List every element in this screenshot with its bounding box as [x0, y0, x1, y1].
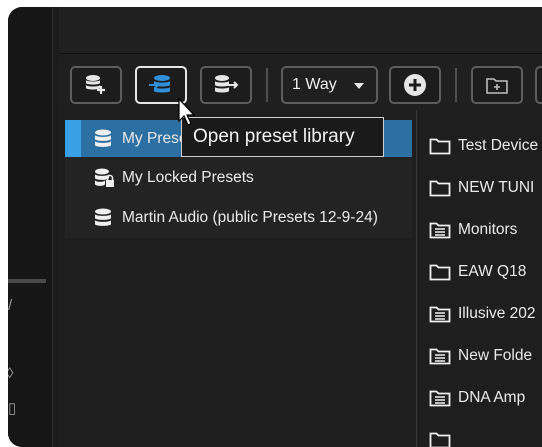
export-preset-button[interactable]: [200, 66, 252, 104]
panel-edge-icon: ◊: [8, 365, 14, 382]
folder-list-icon: [429, 390, 451, 407]
add-button[interactable]: [389, 66, 441, 104]
folder-item[interactable]: Monitors: [429, 209, 517, 251]
folder-item[interactable]: Illusive 202: [429, 293, 536, 335]
toolbar-separator: [266, 68, 268, 102]
folder-label: DNA Amp: [458, 389, 526, 406]
folder-item[interactable]: EAW Q18: [429, 251, 526, 293]
folder-icon: [429, 432, 451, 447]
folder-list-icon: [429, 306, 451, 323]
toolbar-separator-2: [455, 68, 457, 102]
way-select-value: 1 Way: [292, 76, 337, 93]
folder-list-icon: [429, 222, 451, 239]
folder-label: EAW Q18: [458, 263, 527, 280]
scrollbar[interactable]: [8, 279, 46, 283]
folder-label: Monitors: [458, 221, 518, 238]
app-window: / ◊ ▯ 1 Way My Presets My Locked Presets…: [8, 7, 542, 447]
database-add-icon: [86, 75, 105, 94]
tree-item-martin-audio[interactable]: Martin Audio (public Presets 12-9-24): [65, 199, 412, 236]
top-bar: [59, 7, 542, 54]
tree-item-label: Martin Audio (public Presets 12-9-24): [122, 208, 378, 226]
chevron-down-icon: [354, 83, 364, 89]
toolbar-button-extra[interactable]: [535, 66, 542, 104]
database-lock-icon: [95, 168, 114, 187]
new-folder-button[interactable]: [471, 66, 523, 104]
folder-label: Illusive 202: [458, 305, 536, 322]
tree-item-label: My Locked Presets: [122, 168, 254, 186]
folder-icon: [429, 138, 451, 155]
folder-item[interactable]: NEW TUNI: [429, 167, 534, 209]
folder-label: New Folde: [458, 347, 533, 364]
plus-circle-icon: [404, 74, 426, 96]
database-icon: [95, 208, 111, 226]
mouse-cursor-icon: [178, 98, 196, 126]
pane-divider[interactable]: [416, 110, 417, 447]
tree-item-my-locked-presets[interactable]: My Locked Presets: [65, 159, 412, 196]
folder-add-icon: [486, 78, 508, 94]
folder-label: Test Device: [458, 137, 539, 154]
preset-manager: 1 Way My Presets My Locked Presets Marti…: [59, 7, 542, 447]
folder-item[interactable]: DNA Amp: [429, 377, 525, 419]
tooltip: Open preset library: [181, 117, 384, 157]
database-icon: [95, 129, 111, 147]
folder-label: NEW TUNI: [458, 179, 535, 196]
folder-icon: [429, 264, 451, 281]
toolbar: 1 Way: [59, 60, 542, 110]
folder-item[interactable]: New Folde: [429, 335, 532, 377]
panel-edge-glyph: /: [8, 297, 13, 314]
database-export-icon: [215, 75, 239, 93]
add-preset-button[interactable]: [70, 66, 122, 104]
left-panel-strip: / ◊ ▯: [8, 7, 53, 447]
folder-item-partial[interactable]: [429, 419, 458, 447]
database-open-icon: [149, 75, 170, 93]
folder-list-icon: [429, 348, 451, 365]
way-select[interactable]: 1 Way: [281, 66, 378, 104]
panel-edge-icon-2: ▯: [8, 400, 17, 417]
folder-icon: [429, 180, 451, 197]
folder-item[interactable]: Test Device: [429, 125, 538, 167]
